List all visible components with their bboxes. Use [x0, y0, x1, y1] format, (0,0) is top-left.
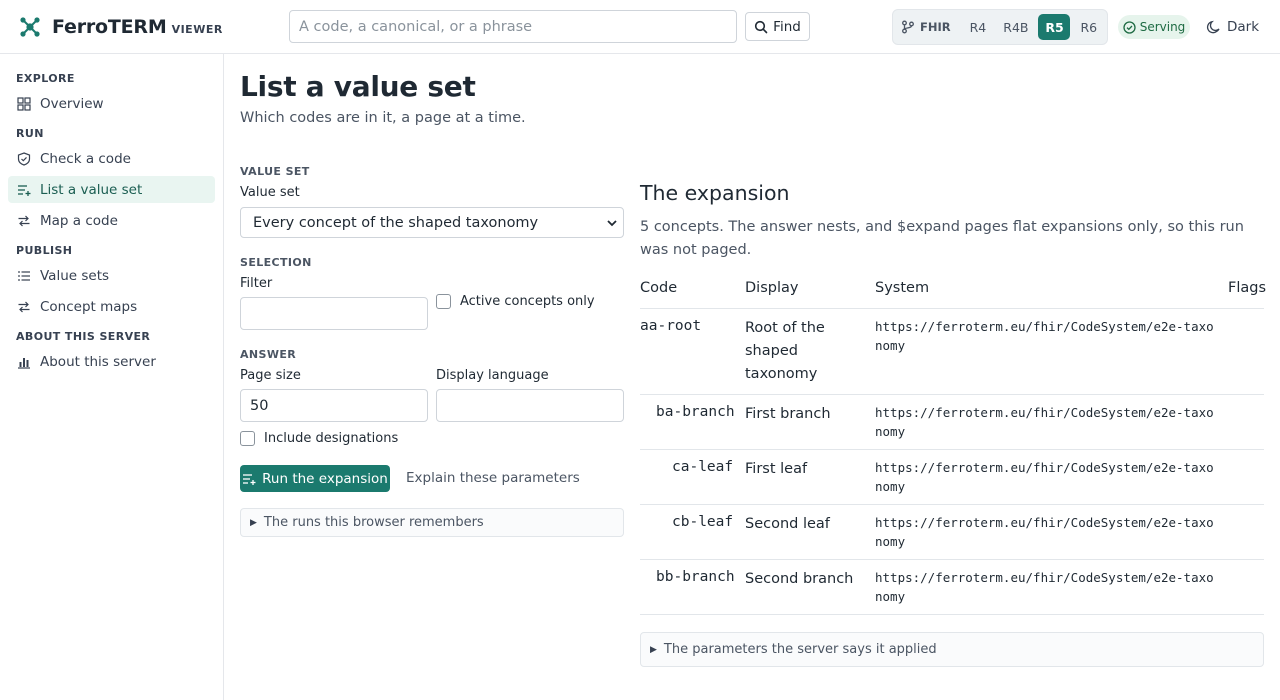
disclosure-triangle-icon: ▶ [250, 517, 257, 528]
top-bar: FerroTERM VIEWER Find FHIR R4 R4B R5 R6 … [0, 0, 1280, 54]
table-divider [640, 308, 1264, 309]
sidebar-section-about: ABOUT THIS SERVER [16, 330, 151, 343]
grid-icon [17, 96, 31, 111]
column-header-code: Code [640, 280, 678, 296]
version-r4b[interactable]: R4B [996, 14, 1035, 40]
active-only-checkbox-row[interactable]: Active concepts only [436, 294, 595, 309]
expansion-title: The expansion [640, 181, 790, 205]
table-divider [640, 394, 1264, 395]
run-history-disclosure[interactable]: ▶ The runs this browser remembers [240, 508, 624, 537]
sidebar-item-map-code[interactable]: Map a code [8, 207, 215, 234]
git-branch-icon [902, 20, 914, 34]
row-display: Second leaf [745, 516, 830, 532]
sidebar-section-run: RUN [16, 127, 44, 140]
arrows-exchange-icon [18, 301, 30, 312]
row-code: cb-leaf [672, 514, 734, 530]
include-designations-checkbox-row[interactable]: Include designations [240, 431, 398, 446]
brand-name: FerroTERM [52, 16, 167, 38]
filter-input[interactable] [240, 297, 428, 330]
row-display: Second branch [745, 571, 854, 587]
brand-subtitle: VIEWER [171, 22, 223, 36]
find-button[interactable]: Find [745, 12, 810, 41]
status-badge: Serving [1118, 15, 1190, 39]
sidebar-item-concept-maps[interactable]: Concept maps [8, 293, 215, 320]
search-input[interactable] [289, 10, 737, 43]
sidebar: EXPLORE Overview RUN Check a code List a… [0, 54, 224, 700]
table-divider [640, 504, 1264, 505]
brand[interactable]: FerroTERM VIEWER [18, 13, 223, 41]
search-icon [755, 20, 768, 33]
sidebar-item-value-sets[interactable]: Value sets [8, 262, 215, 289]
list-icon [18, 270, 30, 281]
display-language-input[interactable] [436, 389, 624, 422]
table-divider [640, 614, 1264, 615]
sidebar-section-explore: EXPLORE [16, 72, 75, 85]
expansion-summary: 5 concepts. The answer nests, and $expan… [640, 219, 1244, 258]
chevron-down-icon [607, 220, 617, 227]
page-size-input[interactable] [240, 389, 428, 422]
row-display: First branch [745, 406, 831, 422]
moon-icon [1206, 20, 1220, 33]
column-header-display: Display [745, 280, 799, 296]
version-r6[interactable]: R6 [1073, 14, 1104, 40]
row-display: First leaf [745, 461, 808, 477]
row-code: bb-branch [656, 569, 735, 585]
row-system: https://ferroterm.eu/fhir/CodeSystem/e2e… [875, 515, 1214, 549]
fhir-label: FHIR [901, 20, 951, 34]
row-display: Root of the shaped taxonomy [745, 320, 825, 382]
row-system: https://ferroterm.eu/fhir/CodeSystem/e2e… [875, 405, 1214, 439]
include-designations-checkbox[interactable] [240, 431, 255, 446]
shield-check-icon [17, 151, 31, 166]
selection-section-heading: SELECTION [240, 256, 312, 269]
bar-chart-icon [18, 357, 30, 369]
sidebar-item-about[interactable]: About this server [8, 348, 215, 375]
fhir-version-switcher: FHIR R4 R4B R5 R6 [892, 9, 1108, 45]
value-set-section-heading: VALUE SET [240, 165, 310, 178]
row-system: https://ferroterm.eu/fhir/CodeSystem/e2e… [875, 319, 1214, 353]
value-set-selected: Every concept of the shaped taxonomy [253, 214, 539, 231]
row-system: https://ferroterm.eu/fhir/CodeSystem/e2e… [875, 570, 1214, 604]
active-only-checkbox[interactable] [436, 294, 451, 309]
column-header-flags: Flags [1228, 280, 1267, 296]
row-code: aa-root [640, 318, 702, 334]
page-subtitle: Which codes are in it, a page at a time. [240, 110, 526, 126]
sidebar-item-overview[interactable]: Overview [8, 90, 215, 117]
check-circle-icon [1123, 20, 1136, 34]
page-size-label: Page size [240, 368, 301, 383]
column-header-system: System [875, 280, 930, 296]
run-expansion-button[interactable]: Run the expansion [240, 465, 390, 492]
value-set-select[interactable]: Every concept of the shaped taxonomy [240, 207, 624, 238]
version-r4[interactable]: R4 [963, 14, 994, 40]
row-system: https://ferroterm.eu/fhir/CodeSystem/e2e… [875, 460, 1214, 494]
sidebar-section-publish: PUBLISH [16, 244, 73, 257]
arrows-exchange-icon [18, 215, 30, 226]
explain-parameters-link[interactable]: Explain these parameters [406, 470, 580, 486]
molecule-logo-icon [20, 17, 40, 37]
list-add-icon [18, 184, 31, 196]
page-title: List a value set [240, 70, 476, 103]
theme-toggle-button[interactable]: Dark [1206, 15, 1259, 39]
sidebar-item-list-value-set[interactable]: List a value set [8, 176, 215, 203]
sidebar-item-check-code[interactable]: Check a code [8, 145, 215, 172]
row-code: ca-leaf [672, 459, 734, 475]
disclosure-triangle-icon: ▶ [650, 644, 657, 655]
answer-section-heading: ANSWER [240, 348, 297, 361]
value-set-label: Value set [240, 185, 300, 200]
table-divider [640, 559, 1264, 560]
applied-parameters-disclosure[interactable]: ▶ The parameters the server says it appl… [640, 632, 1264, 667]
list-add-icon [243, 473, 256, 485]
row-code: ba-branch [656, 404, 735, 420]
filter-label: Filter [240, 276, 273, 291]
display-language-label: Display language [436, 368, 549, 383]
find-button-label: Find [773, 18, 801, 35]
table-divider [640, 449, 1264, 450]
version-r5[interactable]: R5 [1038, 14, 1071, 40]
